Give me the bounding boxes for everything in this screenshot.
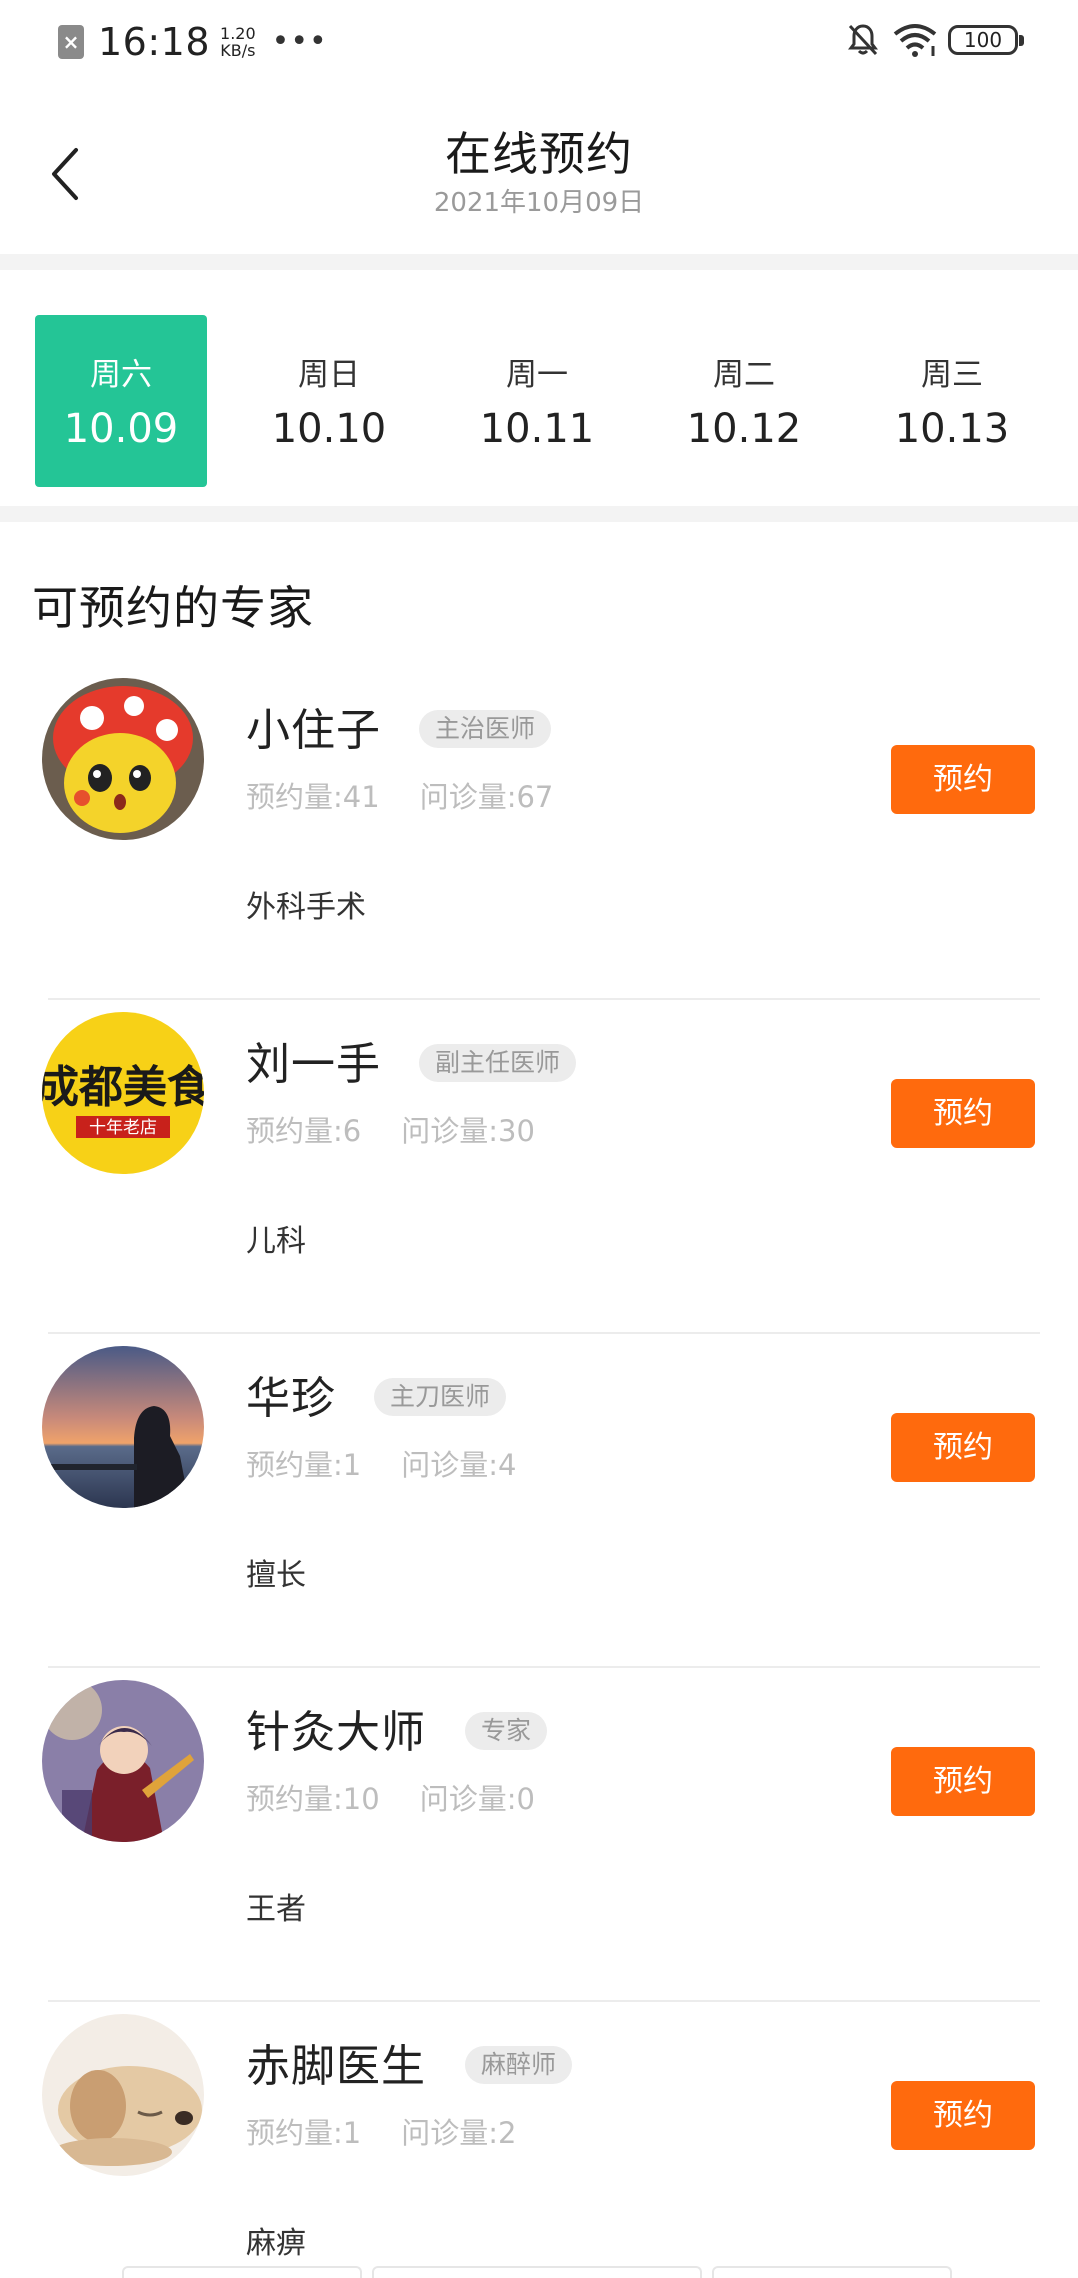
booking-count: 预约量:10 [246, 1782, 380, 1816]
doctor-specialty: 外科手术 [246, 890, 366, 925]
consultation-count: 问诊量:2 [401, 2116, 517, 2150]
doctor-card[interactable]: 成都美食 十年老店 刘一手 副主任医师 预约量:6 问诊量:30 儿科 预约 [0, 1000, 1078, 1334]
doctor-title-badge: 主刀医师 [374, 1378, 507, 1416]
date-weekday: 周三 [921, 357, 983, 393]
doctor-stats: 预约量:10 问诊量:0 [246, 1776, 535, 1818]
logo-sub-text: 十年老店 [89, 1118, 157, 1138]
page-date: 2021年10月09日 [433, 188, 645, 218]
doctor-specialty: 王者 [246, 1892, 306, 1927]
doctor-card[interactable]: 小住子 主治医师 预约量:41 问诊量:67 外科手术 预约 [0, 666, 1078, 1000]
date-day: 10.13 [894, 406, 1010, 452]
doctor-name: 华珍 [246, 1373, 336, 1424]
bell-muted-icon [848, 24, 878, 56]
doctor-avatar[interactable] [42, 678, 204, 840]
date-tab-1[interactable]: 周日 10.10 [243, 315, 415, 487]
book-button[interactable]: 预约 [891, 1747, 1035, 1816]
book-button[interactable]: 预约 [891, 1079, 1035, 1148]
doctor-title-badge: 主治医师 [419, 710, 552, 748]
doctor-avatar[interactable]: 成都美食 十年老店 [42, 1012, 204, 1174]
consultation-count: 问诊量:4 [401, 1448, 517, 1482]
doctor-stats: 预约量:1 问诊量:4 [246, 1442, 516, 1484]
booking-count: 预约量:1 [246, 2116, 362, 2150]
doctor-avatar[interactable] [42, 2014, 204, 2176]
consultation-count: 问诊量:0 [419, 1782, 535, 1816]
doctor-title-badge: 副主任医师 [419, 1044, 577, 1082]
doctor-title-badge: 专家 [465, 1712, 548, 1750]
date-weekday: 周一 [506, 357, 568, 393]
book-button[interactable]: 预约 [891, 2081, 1035, 2150]
doctor-name: 小住子 [246, 705, 381, 756]
more-notifications-icon: ••• [271, 24, 328, 59]
logo-main-text: 成都美食 [42, 1062, 204, 1113]
date-weekday: 周日 [298, 357, 360, 393]
date-tab-0[interactable]: 周六 10.09 [35, 315, 207, 487]
status-bar: × 16:18 1.20 KB/s ••• 100 [0, 0, 1078, 84]
date-weekday: 周六 [90, 357, 152, 393]
date-tab-3[interactable]: 周二 10.12 [658, 315, 830, 487]
doctor-avatar[interactable] [42, 1346, 204, 1508]
book-button[interactable]: 预约 [891, 745, 1035, 814]
date-selector: 周六 10.09 周日 10.10 周一 10.11 周二 10.12 周三 1… [0, 270, 1078, 506]
wifi-icon [893, 24, 937, 57]
page-header: 在线预约 2021年10月09日 [0, 84, 1078, 254]
doctor-title-badge: 麻醉师 [465, 2046, 573, 2084]
date-day: 10.09 [63, 406, 179, 452]
consultation-count: 问诊量:30 [401, 1114, 535, 1148]
status-right: 100 [846, 22, 1024, 58]
bottom-peek-tab [372, 2266, 702, 2278]
doctor-stats: 预约量:6 问诊量:30 [246, 1108, 535, 1150]
doctor-list: 小住子 主治医师 预约量:41 问诊量:67 外科手术 预约 成都美食 十年老店… [0, 666, 1078, 2278]
doctor-specialty: 擅长 [246, 1558, 306, 1593]
no-sim-icon: × [58, 25, 84, 59]
bottom-peek-tab [122, 2266, 362, 2278]
book-button[interactable]: 预约 [891, 1413, 1035, 1482]
date-divider [0, 506, 1078, 522]
network-speed-unit: KB/s [220, 41, 256, 60]
date-day: 10.12 [686, 406, 802, 452]
booking-page: × 16:18 1.20 KB/s ••• 100 在线预约 2021年10月0… [0, 0, 1078, 2278]
battery-indicator: 100 [948, 25, 1024, 55]
bottom-peek-tab [712, 2266, 952, 2278]
consultation-count: 问诊量:67 [419, 780, 554, 814]
doctor-name: 刘一手 [246, 1039, 381, 1090]
doctor-stats: 预约量:41 问诊量:67 [246, 774, 553, 816]
date-tab-2[interactable]: 周一 10.11 [451, 315, 623, 487]
date-tab-4[interactable]: 周三 10.13 [866, 315, 1038, 487]
doctor-name: 赤脚医生 [246, 2041, 426, 2092]
header-divider [0, 254, 1078, 270]
date-day: 10.11 [479, 406, 595, 452]
doctor-card[interactable]: 针灸大师 专家 预约量:10 问诊量:0 王者 预约 [0, 1668, 1078, 2002]
section-title: 可预约的专家 [32, 581, 314, 635]
page-title: 在线预约 [445, 127, 633, 181]
bottom-peek-area [0, 2262, 1078, 2278]
network-speed-value: 1.20 [220, 24, 256, 43]
status-left: × 16:18 1.20 KB/s ••• [58, 20, 328, 64]
doctor-avatar[interactable] [42, 1680, 204, 1842]
doctor-specialty: 儿科 [246, 1224, 306, 1259]
status-time: 16:18 [98, 20, 211, 64]
doctor-stats: 预约量:1 问诊量:2 [246, 2110, 516, 2152]
doctor-card[interactable]: 华珍 主刀医师 预约量:1 问诊量:4 擅长 预约 [0, 1334, 1078, 1668]
doctor-card[interactable]: 赤脚医生 麻醉师 预约量:1 问诊量:2 麻痹 预约 [0, 2002, 1078, 2278]
booking-count: 预约量:41 [246, 780, 380, 814]
date-weekday: 周二 [713, 357, 775, 393]
network-speed: 1.20 KB/s [220, 25, 256, 59]
booking-count: 预约量:1 [246, 1448, 362, 1482]
doctor-specialty: 麻痹 [246, 2226, 306, 2261]
booking-count: 预约量:6 [246, 1114, 362, 1148]
restaurant-logo-avatar: 成都美食 十年老店 [42, 1012, 204, 1174]
date-day: 10.10 [271, 406, 387, 452]
doctor-name: 针灸大师 [246, 1707, 426, 1758]
